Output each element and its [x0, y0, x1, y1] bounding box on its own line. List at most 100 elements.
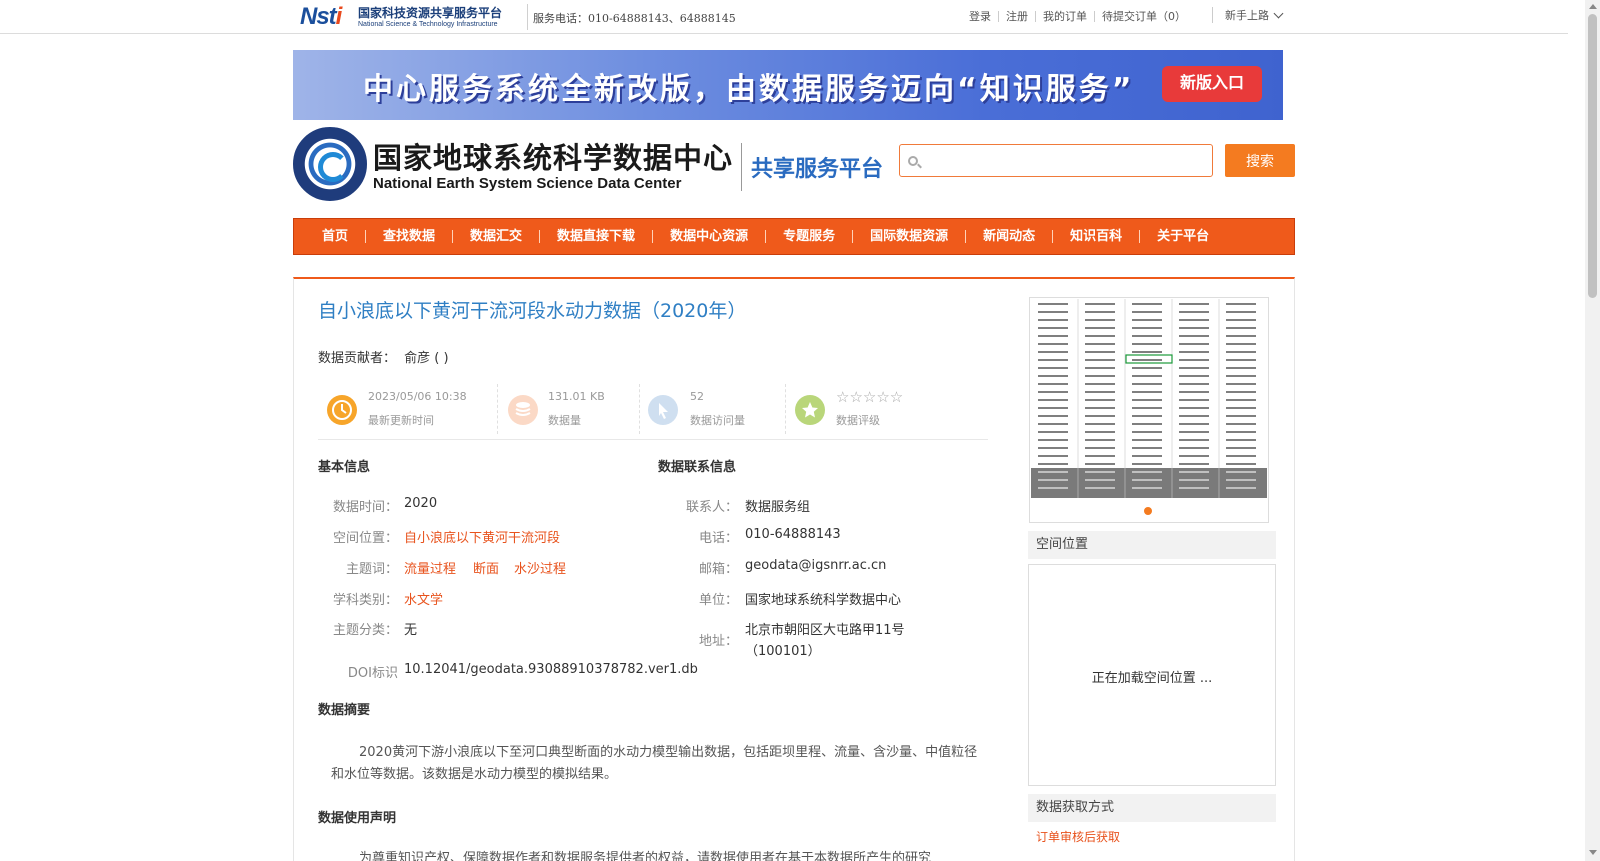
keyword-link[interactable]: 水沙过程: [514, 558, 566, 577]
keywords-label: 主题词：: [345, 562, 398, 577]
search-button[interactable]: 搜索: [1225, 144, 1295, 177]
data-table-thumbnail: [1031, 299, 1267, 498]
divider: [527, 4, 528, 30]
announcement-banner[interactable]: 中心服务系统全新改版，由数据服务迈向“知识服务” 新版入口: [293, 50, 1283, 120]
visits-value: 52: [690, 390, 704, 403]
size-value: 131.01 KB: [548, 390, 605, 403]
rating-stars[interactable]: ☆☆☆☆☆: [836, 388, 903, 406]
top-links: 登录 注册 我的订单 待提交订单（0）: [962, 11, 1193, 22]
service-hotline: 服务电话：010-64888143、64888145: [533, 12, 736, 25]
usage-text: 为尊重知识产权、保障数据作者和数据服务提供者的权益，请数据使用者在基于本数据所产…: [359, 851, 932, 861]
discipline-label: 学科类别：: [332, 593, 398, 608]
nav-about[interactable]: 关于平台: [1139, 230, 1226, 243]
banner-text: 中心服务系统全新改版，由数据服务迈向“知识服务”: [363, 72, 1135, 107]
nav-direct-download[interactable]: 数据直接下载: [539, 230, 652, 243]
stat-visits: 52 数据访问量: [640, 384, 786, 434]
email-label: 邮箱：: [698, 562, 738, 577]
acquisition-heading: 数据获取方式: [1028, 794, 1276, 822]
search-box: [899, 144, 1213, 177]
keyword-link[interactable]: 断面: [473, 558, 499, 577]
data-preview-carousel[interactable]: [1029, 297, 1269, 523]
nav-topic-services[interactable]: 专题服务: [765, 230, 852, 243]
top-bar: Nsti 国家科技资源共享服务平台 National Science & Tec…: [0, 0, 1568, 34]
basic-info-heading: 基本信息: [318, 460, 371, 475]
discipline-link[interactable]: 水文学: [404, 589, 443, 608]
star-badge-icon: [795, 395, 825, 425]
updated-value: 2023/05/06 10:38: [368, 390, 467, 403]
contributor: 数据贡献者： 俞彦 ( ): [318, 347, 449, 366]
search-input[interactable]: [900, 145, 1212, 176]
new-version-button[interactable]: 新版入口: [1162, 66, 1262, 102]
database-icon: [508, 395, 538, 425]
data-time-label: 数据时间：: [332, 500, 398, 515]
platform-name: 共享服务平台: [751, 157, 884, 182]
newbie-guide-dropdown[interactable]: 新手上路: [1212, 7, 1284, 23]
scrollbar-thumb[interactable]: [1588, 14, 1597, 298]
nav-data-submission[interactable]: 数据汇交: [452, 230, 539, 243]
spatial-location-heading: 空间位置: [1028, 531, 1276, 559]
contact-person-label: 联系人：: [685, 500, 738, 515]
center-logo[interactable]: 国家地球系统科学数据中心 National Earth System Scien…: [293, 127, 893, 202]
globe-logo-icon: [293, 127, 367, 201]
register-link[interactable]: 注册: [998, 11, 1035, 22]
pending-orders-link[interactable]: 待提交订单（0）: [1094, 11, 1193, 22]
stat-size: 131.01 KB 数据量: [498, 384, 640, 434]
location-label: 空间位置：: [332, 531, 398, 546]
abstract-heading: 数据摘要: [318, 703, 371, 718]
abstract-text: 2020黄河下游小浪底以下至河口典型断面的水动力模型输出数据，包括距坝里程、流量…: [331, 745, 978, 782]
scroll-up-icon[interactable]: [1589, 4, 1597, 9]
nav-find-data[interactable]: 查找数据: [365, 230, 452, 243]
org-value: 国家地球系统科学数据中心: [745, 593, 902, 608]
category-label: 主题分类：: [332, 623, 398, 638]
stat-rating: ☆☆☆☆☆ 数据评级: [786, 384, 966, 434]
org-label: 单位：: [698, 593, 738, 608]
doi-label: DOI标识: [347, 666, 398, 681]
nav-international-data[interactable]: 国际数据资源: [852, 230, 965, 243]
contributor-value: 俞彦 ( ): [404, 351, 449, 366]
nav-home[interactable]: 首页: [305, 230, 365, 243]
keyword-link[interactable]: 流量过程: [404, 558, 456, 577]
location-link[interactable]: 自小浪底以下黄河干流河段: [404, 527, 560, 546]
nsti-logo-en: National Science & Technology Infrastruc…: [358, 20, 498, 28]
spatial-map[interactable]: 正在加载空间位置 ...: [1028, 564, 1276, 786]
contact-heading: 数据联系信息: [658, 460, 737, 475]
dataset-stats: 2023/05/06 10:38 最新更新时间 131.01 KB 数据量 52…: [318, 384, 988, 440]
chevron-down-icon: [1273, 8, 1284, 18]
nsti-logo-mark-icon: Nsti: [300, 3, 342, 30]
nsti-logo[interactable]: Nsti 国家科技资源共享服务平台 National Science & Tec…: [300, 2, 524, 32]
nsti-logo-cn: 国家科技资源共享服务平台: [358, 5, 503, 20]
page-scrollbar[interactable]: [1585, 0, 1600, 861]
carousel-dot-active[interactable]: [1144, 507, 1152, 515]
search-icon: [908, 156, 918, 166]
phone-value: 010-64888143: [745, 527, 841, 542]
category-value: 无: [404, 623, 418, 638]
center-name-cn: 国家地球系统科学数据中心: [373, 141, 734, 175]
visits-label: 数据访问量: [690, 414, 745, 427]
order-review-link[interactable]: 订单审核后获取: [1036, 828, 1120, 845]
nav-center-resources[interactable]: 数据中心资源: [652, 230, 765, 243]
newbie-guide-label: 新手上路: [1225, 9, 1269, 22]
address-line2: （100101）: [745, 644, 821, 659]
size-label: 数据量: [548, 414, 581, 427]
map-loading-text: 正在加载空间位置 ...: [1091, 671, 1213, 686]
contact-person-value: 数据服务组: [745, 500, 811, 515]
contributor-label: 数据贡献者：: [318, 351, 397, 366]
nav-encyclopedia[interactable]: 知识百科: [1052, 230, 1139, 243]
nav-news[interactable]: 新闻动态: [965, 230, 1052, 243]
updated-label: 最新更新时间: [368, 414, 434, 427]
dataset-title: 自小浪底以下黄河干流河段水动力数据（2020年）: [318, 300, 747, 322]
rating-label: 数据评级: [836, 414, 880, 427]
data-time-value: 2020: [404, 496, 438, 511]
login-link[interactable]: 登录: [962, 11, 998, 22]
scroll-down-icon[interactable]: [1589, 850, 1597, 855]
logo-divider: [741, 143, 742, 191]
address-label: 地址：: [698, 634, 738, 649]
stat-updated: 2023/05/06 10:38 最新更新时间: [318, 384, 498, 434]
center-name-en: National Earth System Science Data Cente…: [373, 175, 682, 192]
my-orders-link[interactable]: 我的订单: [1035, 11, 1094, 22]
main-nav: 首页 查找数据 数据汇交 数据直接下载 数据中心资源 专题服务 国际数据资源 新…: [293, 218, 1295, 255]
email-value: geodata@igsnrr.ac.cn: [745, 558, 887, 573]
usage-heading: 数据使用声明: [318, 811, 397, 826]
address-line1: 北京市朝阳区大屯路甲11号: [745, 623, 905, 638]
clock-icon: [327, 395, 357, 425]
